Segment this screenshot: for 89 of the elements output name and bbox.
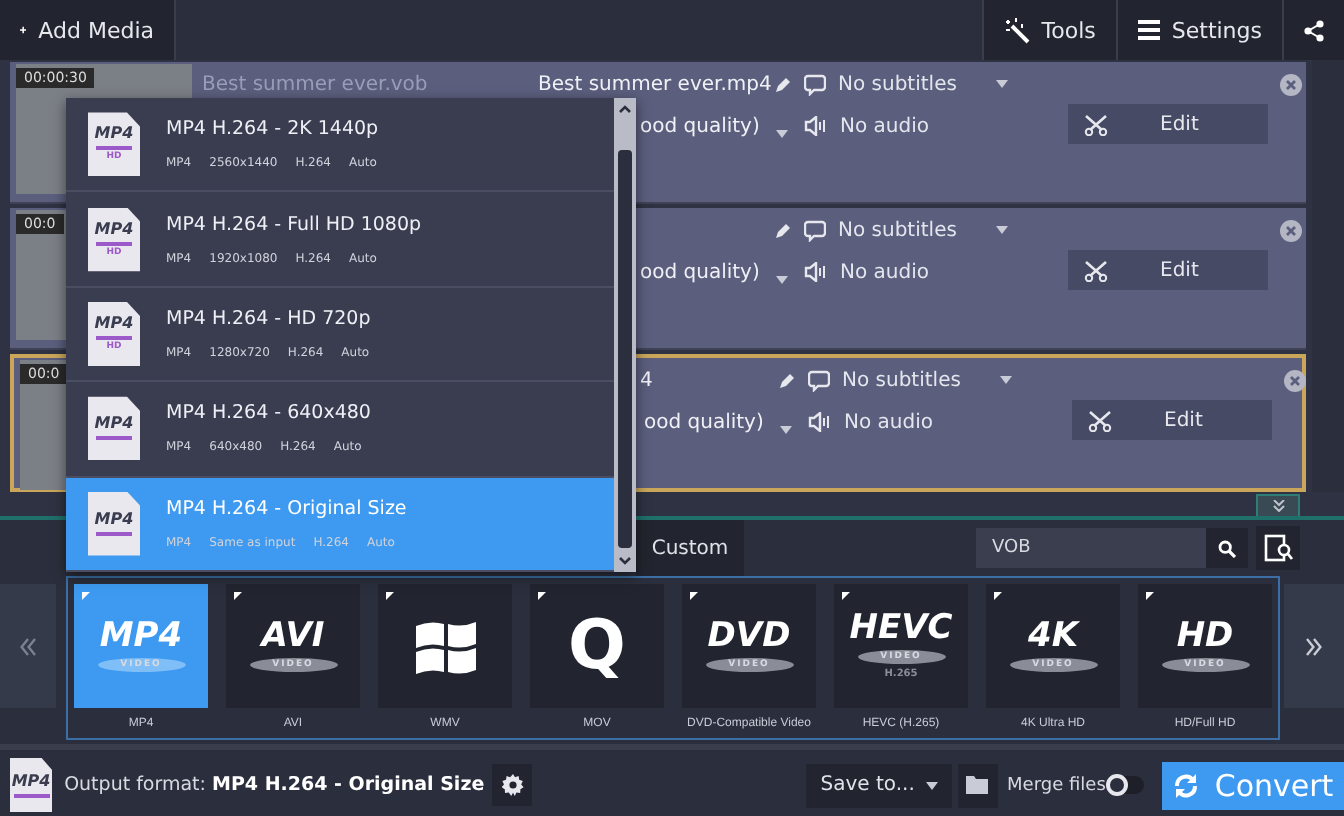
refresh-icon (1172, 771, 1201, 799)
audio-dropdown[interactable]: No audio (840, 115, 929, 137)
audio-dropdown[interactable]: No audio (840, 261, 929, 283)
format-logo: 4K (1027, 620, 1078, 654)
pencil-icon[interactable] (773, 75, 791, 93)
output-filename: 4 (640, 369, 653, 391)
corner-mark-icon (234, 592, 242, 600)
audio-dropdown[interactable]: No audio (844, 411, 933, 433)
pencil-icon[interactable] (773, 221, 791, 239)
quality-dropdown[interactable]: ood quality) (640, 115, 760, 137)
search-icon (1218, 539, 1236, 557)
caret-icon (776, 129, 788, 137)
preset-title: MP4 H.264 - HD 720p (166, 307, 371, 330)
format-logo: DVD (707, 620, 791, 654)
scissors-icon (1084, 113, 1108, 135)
edit-button[interactable]: Edit (1072, 400, 1272, 440)
device-search-button[interactable] (1256, 526, 1300, 570)
format-logo: Q (568, 612, 626, 680)
format-logo: MP4 (99, 620, 183, 654)
tools-button[interactable]: Tools (981, 0, 1118, 60)
close-icon[interactable] (1279, 73, 1301, 95)
mp4-file-icon: MP4 (88, 491, 140, 556)
menu-icon (1137, 20, 1160, 40)
device-search-icon (1263, 534, 1293, 562)
caret-icon (780, 425, 792, 433)
gear-icon (501, 774, 524, 796)
format-logo: AVI (261, 620, 325, 654)
add-media-button[interactable]: Add Media (0, 0, 176, 60)
output-filename: Best summer ever.mp4 (538, 73, 772, 95)
save-to-dropdown[interactable]: Save to... (806, 763, 953, 807)
collapse-button[interactable] (1256, 494, 1300, 516)
preset-title: MP4 H.264 - Full HD 1080p (166, 213, 422, 236)
format-logo: HD (1176, 620, 1234, 654)
preset-title: MP4 H.264 - 640x480 (166, 402, 371, 425)
speech-bubble-icon (804, 219, 826, 241)
source-filename: Best summer ever.vob (202, 73, 428, 95)
share-button[interactable] (1284, 0, 1344, 60)
corner-mark-icon (842, 592, 850, 600)
merge-files-toggle[interactable] (1105, 776, 1145, 794)
double-chevron-left-icon (20, 637, 36, 655)
corner-mark-icon (1146, 592, 1154, 600)
scrollbar[interactable] (614, 98, 636, 572)
caret-icon (996, 80, 1009, 88)
format-logo: HEVC (849, 612, 953, 646)
subtitles-dropdown[interactable]: No subtitles (838, 219, 957, 241)
custom-tab[interactable]: Custom (636, 520, 744, 576)
subtitles-dropdown[interactable]: No subtitles (838, 73, 957, 95)
merge-files-label: Merge files (1007, 775, 1106, 795)
close-icon[interactable] (1283, 369, 1305, 391)
subtitles-dropdown[interactable]: No subtitles (842, 369, 961, 391)
corner-mark-icon (386, 592, 394, 600)
preset-title: MP4 H.264 - 2K 1440p (166, 118, 379, 141)
caret-icon (776, 275, 788, 283)
chevron-up-icon (618, 104, 632, 114)
close-icon[interactable] (1279, 219, 1301, 241)
speech-bubble-icon (808, 369, 830, 391)
chevron-down-icon (618, 556, 632, 566)
caret-icon (996, 226, 1009, 234)
folder-icon (966, 776, 989, 794)
pencil-icon[interactable] (777, 371, 795, 389)
double-chevron-down-icon (1271, 500, 1285, 512)
magic-wand-icon (1003, 17, 1030, 43)
search-field[interactable]: VOB (976, 528, 1206, 568)
search-button[interactable] (1206, 528, 1248, 568)
caret-icon (926, 781, 939, 789)
edit-button[interactable]: Edit (1068, 250, 1268, 290)
corner-mark-icon (538, 592, 546, 600)
speaker-icon (808, 412, 832, 432)
speaker-icon (804, 116, 828, 136)
output-format-label: Output format: MP4 H.264 - Original Size (64, 774, 485, 796)
mp4-file-icon: MP4 (88, 396, 140, 461)
caret-icon (1000, 376, 1013, 384)
mp4-file-icon: MP4 (10, 758, 53, 812)
corner-mark-icon (994, 592, 1002, 600)
settings-button[interactable] (492, 764, 533, 806)
speaker-icon (804, 262, 828, 282)
corner-mark-icon (82, 592, 90, 600)
quality-dropdown[interactable]: ood quality) (640, 261, 760, 283)
edit-button[interactable]: Edit (1068, 104, 1268, 144)
settings-button[interactable]: Settings (1117, 0, 1284, 60)
double-chevron-right-icon (1306, 637, 1322, 655)
folder-button[interactable] (958, 763, 998, 807)
corner-mark-icon (690, 592, 698, 600)
share-icon (1304, 19, 1324, 41)
scissors-icon (1088, 409, 1112, 431)
preset-title: MP4 H.264 - Original Size (166, 497, 407, 520)
quality-dropdown[interactable]: ood quality) (644, 411, 764, 433)
scissors-icon (1084, 259, 1108, 281)
speech-bubble-icon (804, 73, 826, 95)
